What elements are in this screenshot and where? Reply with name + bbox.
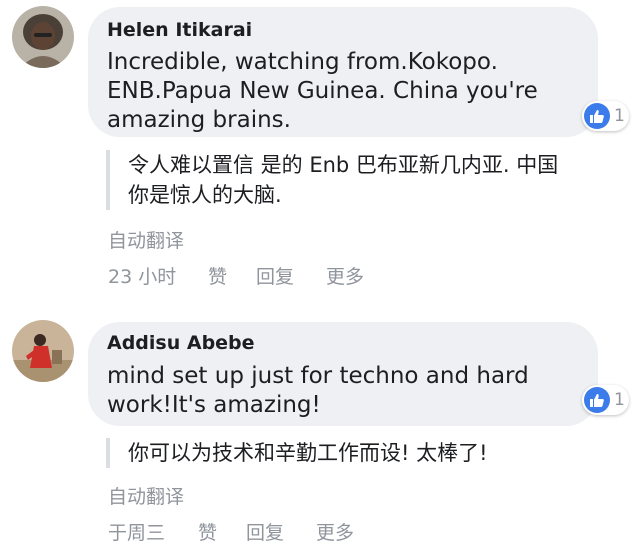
translated-text: 令人难以置信 是的 Enb 巴布亚新几内亚. 中国 你是惊人的大脑. — [106, 150, 558, 210]
comment-text: mind set up just for techno and hard wor… — [107, 363, 529, 418]
like-button[interactable]: 赞 — [208, 262, 227, 289]
thumbs-up-icon — [584, 387, 610, 413]
more-button[interactable]: 更多 — [326, 262, 364, 289]
comment-helen-itikarai: Helen Itikarai Incredible, watching from… — [0, 0, 640, 300]
auto-translate-label[interactable]: 自动翻译 — [108, 482, 184, 509]
timestamp[interactable]: 23 小时 — [108, 262, 176, 289]
reaction-badge[interactable]: 1 — [582, 101, 629, 131]
thumbs-up-icon — [584, 103, 610, 129]
more-button[interactable]: 更多 — [316, 518, 354, 545]
comment-text: Incredible, watching from.Kokopo. ENB.Pa… — [107, 49, 538, 133]
reaction-count: 1 — [614, 106, 625, 126]
auto-translate-label[interactable]: 自动翻译 — [108, 226, 184, 253]
timestamp[interactable]: 于周三 — [108, 518, 165, 545]
avatar[interactable] — [12, 320, 74, 382]
avatar[interactable] — [12, 6, 74, 68]
translated-text: 你可以为技术和辛勤工作而设! 太棒了! — [106, 438, 488, 468]
comment-author[interactable]: Helen Itikarai — [107, 19, 252, 41]
comment-bubble: Helen Itikarai Incredible, watching from… — [88, 7, 598, 137]
reaction-count: 1 — [614, 390, 625, 410]
reply-button[interactable]: 回复 — [256, 262, 294, 289]
comment-bubble: Addisu Abebe mind set up just for techno… — [88, 322, 598, 426]
comment-addisu-abebe: Addisu Abebe mind set up just for techno… — [0, 310, 640, 554]
comment-author[interactable]: Addisu Abebe — [107, 332, 255, 354]
reply-button[interactable]: 回复 — [246, 518, 284, 545]
reaction-badge[interactable]: 1 — [582, 385, 629, 415]
like-button[interactable]: 赞 — [198, 518, 217, 545]
